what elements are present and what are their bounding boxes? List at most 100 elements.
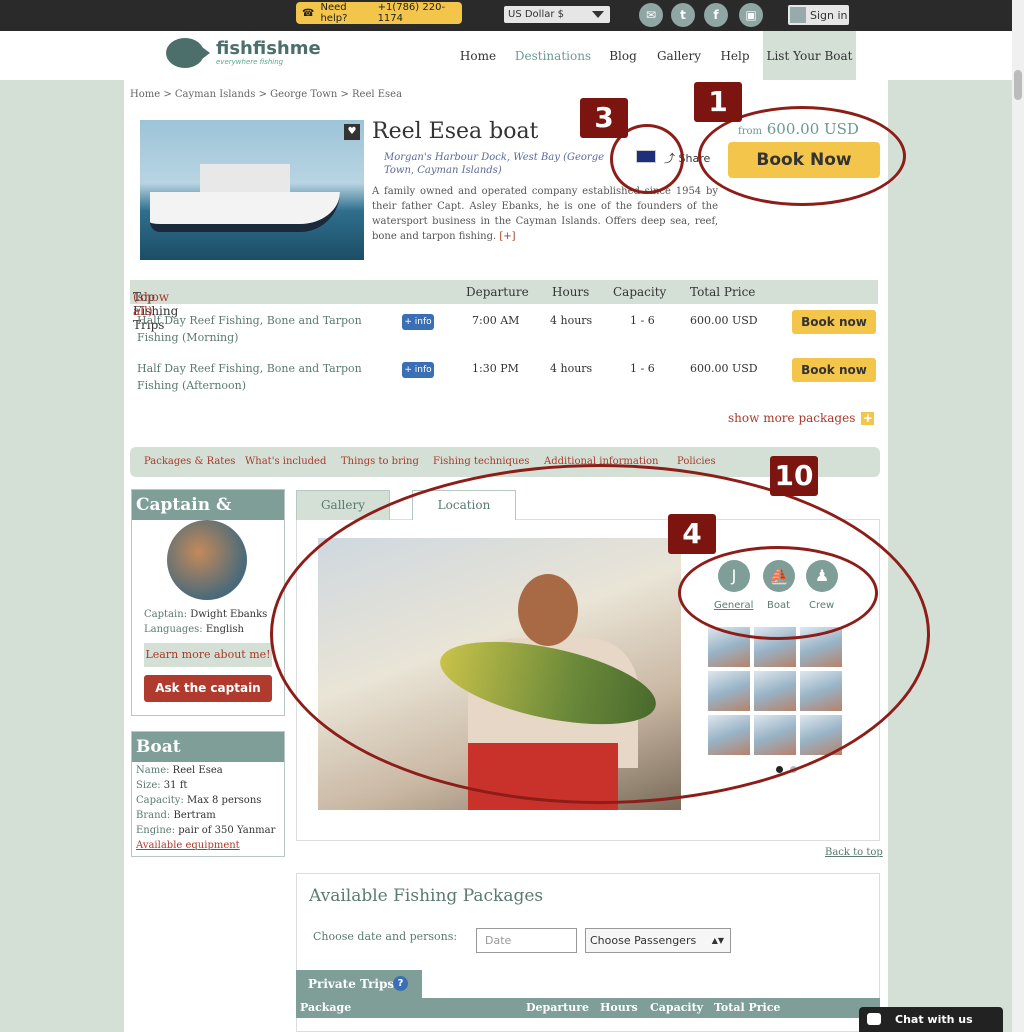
ask-captain-button[interactable]: Ask the captain (144, 675, 272, 702)
read-more-link[interactable]: [+] (499, 231, 515, 242)
nav-gallery[interactable]: Gallery (652, 31, 706, 80)
captain-languages: Languages: English (144, 624, 244, 635)
captain-value: Dwight Ebanks (190, 609, 268, 620)
col-total-price: Total Price (690, 285, 756, 299)
spec-value: 31 ft (163, 780, 188, 791)
chevron-down-icon (592, 11, 604, 18)
description-text: A family owned and operated company esta… (372, 186, 718, 242)
info-button[interactable]: + info (402, 362, 434, 378)
scrollbar-thumb[interactable] (1014, 70, 1022, 100)
annotation-label-4: 4 (668, 514, 716, 554)
captain-name: Captain: Dwight Ebanks (144, 609, 267, 620)
info-button[interactable]: + info (402, 314, 434, 330)
help-label: Need help? (320, 2, 348, 24)
site-logo[interactable]: fishfishme everywhere fishing (166, 38, 321, 68)
chevron-updown-icon: ▲▼ (711, 936, 724, 945)
spec-name: Name: Reel Esea (136, 763, 275, 778)
private-trips-label: Private Trips (308, 977, 395, 991)
trip-book-button[interactable]: Book now (792, 358, 876, 382)
show-more-packages[interactable]: show more packages + (728, 410, 875, 425)
chat-bubble-icon (867, 1013, 881, 1025)
twitter-icon[interactable]: t (671, 3, 695, 27)
tab-private-trips[interactable]: Private Trips ? (296, 970, 422, 998)
facebook-icon[interactable]: f (704, 3, 728, 27)
currency-select[interactable]: US Dollar $ (504, 6, 610, 23)
spec-value: Bertram (173, 810, 216, 821)
packages-heading: Available Fishing Packages (309, 886, 544, 906)
scrollbar[interactable] (1012, 0, 1024, 1032)
trips-table-header: Top Fishing Trips (show all) Departure H… (130, 280, 878, 332)
col-hours: Hours (600, 1001, 638, 1014)
site-header (0, 31, 1012, 80)
available-equipment-link[interactable]: Available equipment (136, 838, 275, 853)
spec-key: Capacity: (136, 795, 184, 806)
signin-label: Sign in (810, 8, 848, 22)
instagram-icon[interactable]: ▣ (739, 3, 763, 27)
table-row: Half Day Reef Fishing, Bone and Tarpon F… (130, 308, 878, 352)
col-package: Package (300, 1001, 352, 1014)
date-input[interactable]: Date (476, 928, 577, 953)
captain-heading: Captain & Crew (132, 490, 284, 545)
spec-value: pair of 350 Yanmar (178, 825, 276, 836)
currency-value: US Dollar $ (508, 9, 565, 20)
tab-packages-rates[interactable]: Packages & Rates (144, 456, 235, 467)
tab-fishing-techniques[interactable]: Fishing techniques (433, 456, 529, 467)
trip-name[interactable]: Half Day Reef Fishing, Bone and Tarpon F… (137, 360, 377, 394)
avatar (167, 520, 247, 600)
show-more-label: show more packages (728, 411, 856, 425)
spec-key: Brand: (136, 810, 171, 821)
nav-home[interactable]: Home (452, 31, 504, 80)
spec-value: Max 8 persons (187, 795, 262, 806)
trip-name[interactable]: Half Day Reef Fishing, Bone and Tarpon F… (137, 312, 377, 346)
trip-capacity: 1 - 6 (630, 314, 655, 327)
boat-photo[interactable]: ♥ (140, 120, 364, 260)
logo-name: fishfishme (216, 38, 321, 59)
table-row (296, 1018, 880, 1032)
trip-hours: 4 hours (550, 314, 593, 327)
tab-things-to-bring[interactable]: Things to bring (341, 456, 419, 467)
heart-icon[interactable]: ♥ (344, 124, 360, 140)
annotation-label-3: 3 (580, 98, 628, 138)
tab-whats-included[interactable]: What's included (245, 456, 326, 467)
spec-size: Size: 31 ft (136, 778, 275, 793)
trip-hours: 4 hours (550, 362, 593, 375)
email-icon[interactable]: ✉ (639, 3, 663, 27)
trip-departure: 7:00 AM (472, 314, 520, 327)
spec-capacity: Capacity: Max 8 persons (136, 793, 275, 808)
spec-key: Name: (136, 765, 170, 776)
nav-list-your-boat[interactable]: List Your Boat (763, 31, 856, 80)
fish-logo-icon (166, 38, 210, 68)
plus-icon: + (861, 410, 875, 425)
boat-description: A family owned and operated company esta… (372, 184, 718, 244)
boat-specs: Name: Reel Esea Size: 31 ft Capacity: Ma… (136, 763, 275, 853)
nav-blog[interactable]: Blog (603, 31, 643, 80)
spec-engine: Engine: pair of 350 Yanmar (136, 823, 275, 838)
annotation-oval-10 (270, 464, 930, 804)
chat-label: Chat with us (895, 1013, 973, 1026)
signin-button[interactable]: Sign in (788, 5, 849, 25)
help-icon[interactable]: ? (393, 976, 408, 991)
trip-book-button[interactable]: Book now (792, 310, 876, 334)
table-row: Half Day Reef Fishing, Bone and Tarpon F… (130, 356, 878, 400)
phone-icon: ☎ (302, 7, 315, 19)
help-button[interactable]: ☎ Need help? +1(786) 220-1174 (296, 2, 462, 24)
nav-destinations[interactable]: Destinations (512, 31, 594, 80)
boat-cabin (200, 164, 290, 194)
chat-button[interactable]: Chat with us (859, 1007, 1003, 1032)
spec-brand: Brand: Bertram (136, 808, 275, 823)
passengers-select[interactable]: Choose Passengers ▲▼ (585, 928, 731, 953)
captain-key: Captain: (144, 609, 188, 620)
nav-help[interactable]: Help (715, 31, 755, 80)
trip-capacity: 1 - 6 (630, 362, 655, 375)
packages-table-header: Package Departure Hours Capacity Total P… (296, 998, 880, 1018)
boat-location: Morgan's Harbour Dock, West Bay (George … (384, 152, 605, 176)
user-icon (790, 7, 806, 23)
choose-date-label: Choose date and persons: (313, 930, 458, 943)
learn-more-button[interactable]: Learn more about me! (144, 643, 272, 667)
col-capacity: Capacity (650, 1001, 704, 1014)
col-total-price: Total Price (714, 1001, 781, 1014)
passengers-value: Choose Passengers (590, 934, 697, 947)
tab-policies[interactable]: Policies (677, 456, 716, 467)
back-to-top-link[interactable]: Back to top (825, 847, 883, 858)
breadcrumb[interactable]: Home > Cayman Islands > George Town > Re… (130, 89, 402, 100)
